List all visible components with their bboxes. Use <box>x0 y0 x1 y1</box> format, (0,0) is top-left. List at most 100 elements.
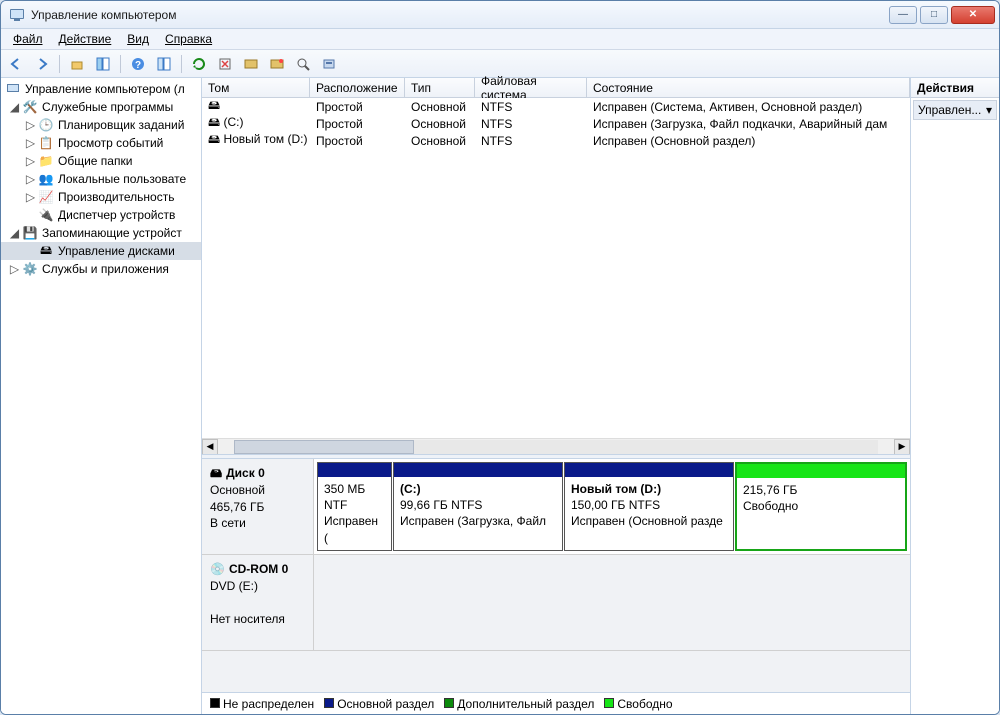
partition-color-bar <box>318 463 391 477</box>
tree-scheduler[interactable]: ▷ 🕒 Планировщик заданий <box>1 116 201 134</box>
tree-panel: Управление компьютером (л ◢ 🛠️ Служебные… <box>1 78 202 714</box>
show-hide-button[interactable] <box>92 53 114 75</box>
col-type[interactable]: Тип <box>405 78 475 98</box>
actions-panel: Действия Управлен... ▾ <box>911 78 999 714</box>
partition-color-bar <box>394 463 562 477</box>
tree-perf[interactable]: ▷ 📈 Производительность <box>1 188 201 206</box>
minimize-button[interactable]: — <box>889 6 917 24</box>
legend: Не распределен Основной раздел Дополните… <box>202 692 910 714</box>
scroll-left-button[interactable]: ◀ <box>202 439 218 455</box>
tree-users[interactable]: ▷ 👥 Локальные пользовате <box>1 170 201 188</box>
disk-row-cdrom: 💿CD-ROM 0 DVD (E:) Нет носителя <box>202 555 910 651</box>
disk-map-empty <box>202 651 910 692</box>
menu-action[interactable]: Действие <box>51 30 120 48</box>
drive-icon: 🖴 <box>208 98 220 112</box>
tree-group-services[interactable]: ▷ ⚙️ Службы и приложения <box>1 260 201 278</box>
tree-label: Общие папки <box>58 154 132 168</box>
menu-help[interactable]: Справка <box>157 30 220 48</box>
tree-label: Управление дисками <box>58 244 175 258</box>
maximize-button[interactable]: □ <box>920 6 948 24</box>
cdrom-icon: 💿 <box>210 561 225 578</box>
actions-item-manage[interactable]: Управлен... ▾ <box>913 100 997 120</box>
tool-btn-8[interactable] <box>292 53 314 75</box>
back-button[interactable] <box>5 53 27 75</box>
scrollbar-thumb[interactable] <box>234 440 414 454</box>
tool-btn-9[interactable] <box>318 53 340 75</box>
tool-btn-6[interactable] <box>240 53 262 75</box>
svg-text:?: ? <box>135 60 141 71</box>
col-fs[interactable]: Файловая система <box>475 78 587 98</box>
partition-c[interactable]: (C:) 99,66 ГБ NTFS Исправен (Загрузка, Ф… <box>393 462 563 551</box>
expand-icon[interactable]: ▷ <box>23 172 38 186</box>
toolbar-separator <box>120 55 121 73</box>
tree-group-storage[interactable]: ◢ 💾 Запоминающие устройст <box>1 224 201 242</box>
tree-label: Производительность <box>58 190 174 204</box>
events-icon: 📋 <box>38 135 54 151</box>
clock-icon: 🕒 <box>38 117 54 133</box>
disk-row-0: 🖴Диск 0 Основной 465,76 ГБ В сети 350 МБ… <box>202 459 910 555</box>
expand-icon[interactable]: ▷ <box>23 190 38 204</box>
forward-button[interactable] <box>31 53 53 75</box>
col-volume[interactable]: Том <box>202 78 310 98</box>
expand-icon[interactable]: ▷ <box>23 118 38 132</box>
scroll-right-button[interactable]: ▶ <box>894 439 910 455</box>
legend-extended: Дополнительный раздел <box>444 697 594 711</box>
cdrom-empty-area <box>314 555 910 650</box>
expand-icon[interactable]: ▷ <box>23 154 38 168</box>
disk-header-0[interactable]: 🖴Диск 0 Основной 465,76 ГБ В сети <box>202 459 314 554</box>
toolbar-separator <box>59 55 60 73</box>
col-status[interactable]: Состояние <box>587 78 910 98</box>
legend-free: Свободно <box>604 697 672 711</box>
tree-label: Локальные пользовате <box>58 172 186 186</box>
up-button[interactable] <box>66 53 88 75</box>
menu-view[interactable]: Вид <box>119 30 157 48</box>
tree-label: Службы и приложения <box>42 262 169 276</box>
expand-icon[interactable]: ▷ <box>23 136 38 150</box>
partition-color-bar <box>565 463 733 477</box>
expand-icon[interactable]: ▷ <box>7 262 22 276</box>
volume-body: 🖴 Простой Основной NTFS Исправен (Систем… <box>202 98 910 454</box>
partition-free[interactable]: 215,76 ГБ Свободно <box>735 462 907 551</box>
volume-header: Том Расположение Тип Файловая система Со… <box>202 78 910 98</box>
horizontal-scrollbar[interactable]: ◀ ▶ <box>202 438 910 454</box>
title-bar: Управление компьютером — □ ✕ <box>1 1 999 29</box>
partition-d[interactable]: Новый том (D:) 150,00 ГБ NTFS Исправен (… <box>564 462 734 551</box>
properties-button[interactable] <box>153 53 175 75</box>
disk-map: 🖴Диск 0 Основной 465,76 ГБ В сети 350 МБ… <box>202 459 910 714</box>
tool-btn-7[interactable] <box>266 53 288 75</box>
tree-events[interactable]: ▷ 📋 Просмотр событий <box>1 134 201 152</box>
tool-btn-5[interactable] <box>214 53 236 75</box>
tree-label: Управление компьютером (л <box>25 82 185 96</box>
collapse-icon[interactable]: ◢ <box>7 100 22 114</box>
tree-label: Планировщик заданий <box>58 118 184 132</box>
partition-system[interactable]: 350 МБ NTF Исправен ( <box>317 462 392 551</box>
tree-shared[interactable]: ▷ 📁 Общие папки <box>1 152 201 170</box>
collapse-icon[interactable]: ◢ <box>7 226 22 240</box>
tree-group-utils[interactable]: ◢ 🛠️ Служебные программы <box>1 98 201 116</box>
drive-icon: 🖴 <box>208 115 220 129</box>
col-layout[interactable]: Расположение <box>310 78 405 98</box>
scrollbar-track[interactable] <box>234 440 878 454</box>
tree-devmgr[interactable]: 🔌 Диспетчер устройств <box>1 206 201 224</box>
disk-header-cdrom[interactable]: 💿CD-ROM 0 DVD (E:) Нет носителя <box>202 555 314 650</box>
table-row[interactable]: 🖴 Новый том (D:) Простой Основной NTFS И… <box>202 132 910 149</box>
window-title: Управление компьютером <box>31 8 889 22</box>
tree-label: Диспетчер устройств <box>58 208 175 222</box>
close-button[interactable]: ✕ <box>951 6 995 24</box>
tree-diskmgmt[interactable]: 🖴 Управление дисками <box>1 242 201 260</box>
center-panel: Том Расположение Тип Файловая система Со… <box>202 78 911 714</box>
refresh-button[interactable] <box>188 53 210 75</box>
folder-icon: 📁 <box>38 153 54 169</box>
partition-color-bar <box>737 464 905 478</box>
tree-label: Запоминающие устройст <box>42 226 182 240</box>
disk-icon: 🖴 <box>38 243 54 259</box>
legend-unallocated: Не распределен <box>210 697 314 711</box>
storage-icon: 💾 <box>22 225 38 241</box>
help-button[interactable]: ? <box>127 53 149 75</box>
tree-root[interactable]: Управление компьютером (л <box>1 80 201 98</box>
computer-icon <box>5 81 21 97</box>
menu-file[interactable]: Файл <box>5 30 51 48</box>
actions-header: Действия <box>911 78 999 98</box>
device-icon: 🔌 <box>38 207 54 223</box>
legend-primary: Основной раздел <box>324 697 434 711</box>
